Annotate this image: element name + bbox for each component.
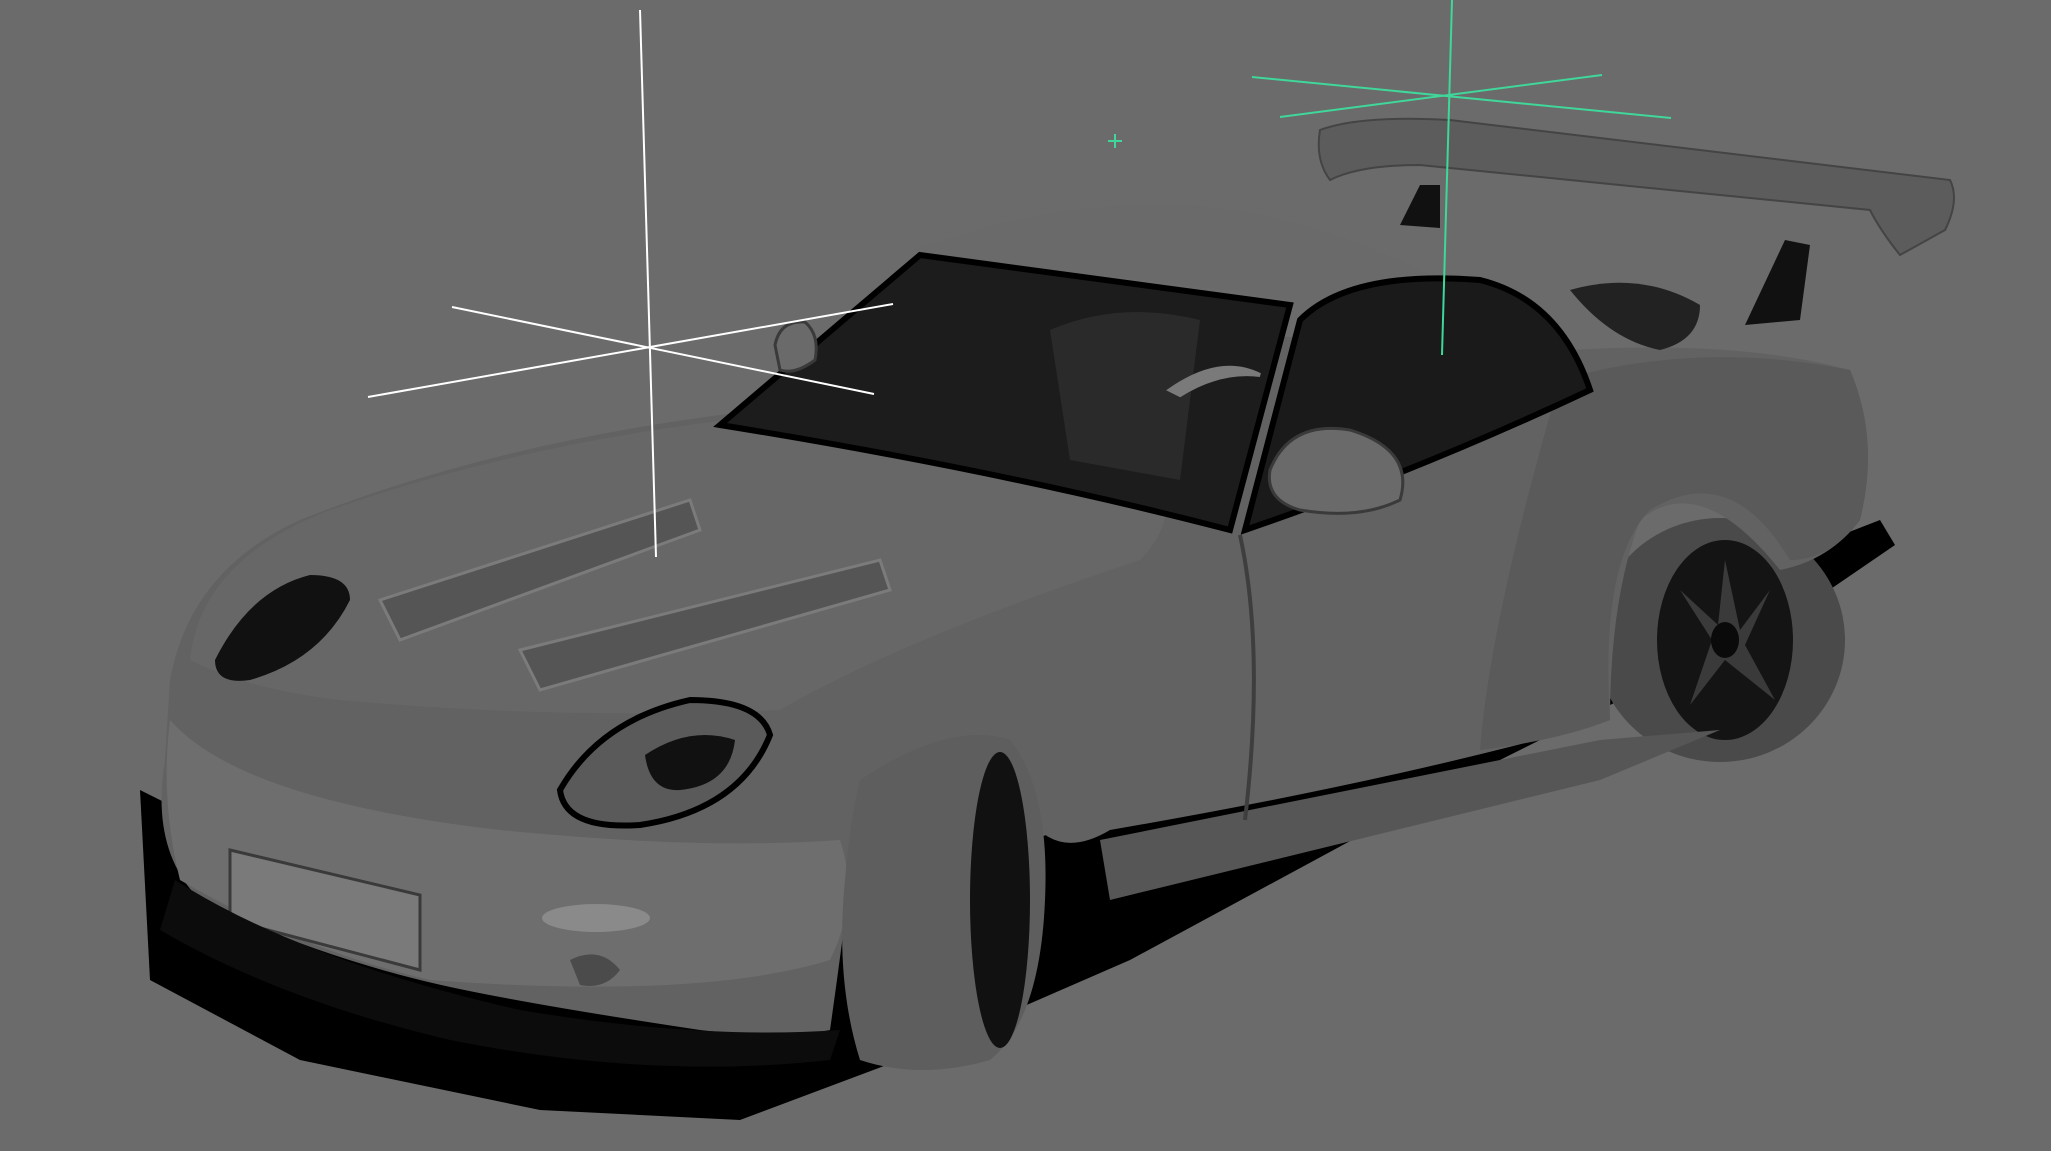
3d-viewport[interactable] [0,0,2051,1151]
spoiler-strut-right [1745,240,1810,325]
side-marker-light [542,904,650,932]
spoiler-strut-left [1400,185,1440,228]
green-marker[interactable] [1108,134,1122,148]
front-wheel[interactable] [842,735,1046,1070]
left-side-mirror [773,320,818,373]
rear-window [1570,282,1700,350]
front-rim [970,752,1030,1048]
spoiler-wing [1317,117,1955,257]
interior-seats [1050,312,1200,480]
viewport-canvas[interactable] [0,0,2051,1151]
rear-hub [1711,622,1739,658]
